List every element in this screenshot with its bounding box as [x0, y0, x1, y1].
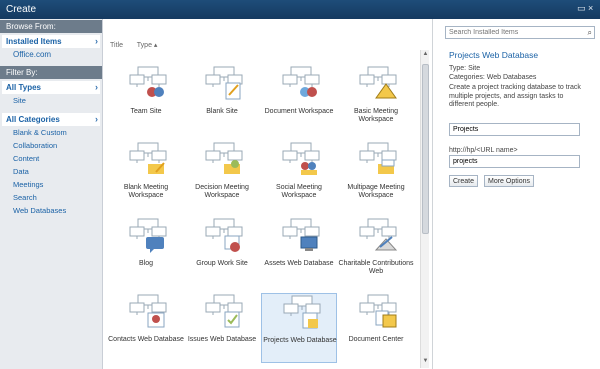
maximize-icon[interactable]: ▭	[577, 3, 586, 14]
template-label: Blog	[138, 260, 153, 267]
gallery-scrollbar[interactable]: ▲ ▼	[420, 50, 429, 368]
template-label: Multipage Meeting Workspace	[347, 184, 405, 199]
filter-all-types[interactable]: All Types ›	[2, 81, 100, 94]
team-site-icon	[128, 65, 168, 101]
template-label: Charitable Contributions Web	[338, 260, 414, 275]
decision-meeting-icon	[204, 141, 244, 177]
template-label: Assets Web Database	[264, 260, 334, 267]
template-label: Group Work Site	[196, 260, 248, 267]
projects-db-icon	[282, 294, 322, 330]
category-link-blank-custom[interactable]: Blank & Custom	[0, 126, 102, 139]
template-tile[interactable]: Charitable Contributions Web	[338, 217, 414, 287]
browse-installed-items[interactable]: Installed Items ›	[2, 35, 100, 48]
sort-type[interactable]: Type ▴	[137, 42, 158, 49]
detail-description: Create a project tracking database to tr…	[449, 84, 581, 108]
template-tile[interactable]: Projects Web Database	[261, 293, 337, 363]
template-gallery: Title Type ▴ Team Site Blank Site Document…	[104, 19, 431, 369]
template-tile[interactable]: Group Work Site	[184, 217, 260, 287]
template-tile[interactable]: Multipage Meeting Workspace	[338, 141, 414, 211]
blank-meeting-icon	[128, 141, 168, 177]
search-icon[interactable]: ⌕	[588, 28, 592, 38]
template-tile[interactable]: Blank Site	[184, 65, 260, 135]
scroll-up-icon[interactable]: ▲	[421, 51, 430, 57]
template-label: Blank Meeting Workspace	[123, 184, 169, 199]
template-label: Issues Web Database	[187, 336, 257, 343]
detail-type: Type: Site	[449, 65, 481, 72]
assets-db-icon	[281, 217, 321, 253]
detail-title: Projects Web Database	[449, 50, 539, 60]
template-tile[interactable]: Document Center	[338, 293, 414, 363]
detail-categories: Categories: Web Databases	[449, 73, 537, 81]
category-link-content[interactable]: Content	[0, 152, 102, 165]
scroll-thumb[interactable]	[422, 64, 429, 234]
title-bar: Create ▭ ×	[0, 0, 600, 19]
scroll-down-icon[interactable]: ▼	[421, 358, 430, 364]
template-tile[interactable]: Decision Meeting Workspace	[184, 141, 260, 211]
template-label: Basic Meeting Workspace	[354, 108, 398, 123]
category-link-collaboration[interactable]: Collaboration	[0, 139, 102, 152]
type-link-site[interactable]: Site	[0, 94, 102, 107]
issues-db-icon	[204, 293, 244, 329]
category-link-web-databases[interactable]: Web Databases	[0, 204, 102, 217]
category-link-data[interactable]: Data	[0, 165, 102, 178]
sort-title[interactable]: Title	[110, 42, 123, 49]
template-label: Blank Site	[206, 108, 238, 115]
search-box[interactable]: ⌕	[445, 26, 595, 39]
browse-link-office[interactable]: Office.com	[0, 48, 102, 61]
all-categories-label: All Categories	[6, 115, 60, 124]
template-tile[interactable]: Team Site	[108, 65, 184, 135]
blank-site-icon	[204, 65, 244, 101]
search-input[interactable]	[446, 27, 576, 38]
sort-bar: Title Type ▴	[110, 41, 169, 49]
template-label: Projects Web Database	[263, 337, 337, 344]
all-types-label: All Types	[6, 83, 41, 92]
template-label: Social Meeting Workspace	[276, 184, 322, 199]
document-workspace-icon	[281, 65, 321, 101]
template-tile[interactable]: Basic Meeting Workspace	[338, 65, 414, 135]
template-label: Decision Meeting Workspace	[195, 184, 249, 199]
template-tile[interactable]: Blank Meeting Workspace	[108, 141, 184, 211]
template-label: Team Site	[130, 108, 162, 115]
social-meeting-icon	[281, 141, 321, 177]
detail-meta: Type: Site Categories: Web Databases	[449, 65, 536, 82]
installed-items-label: Installed Items	[6, 37, 62, 46]
template-label: Contacts Web Database	[108, 336, 184, 343]
multipage-meeting-icon	[358, 141, 398, 177]
template-tile[interactable]: Social Meeting Workspace	[261, 141, 337, 211]
filter-by-header: Filter By:	[0, 66, 102, 79]
chevron-right-icon: ›	[95, 82, 98, 92]
category-link-meetings[interactable]: Meetings	[0, 178, 102, 191]
contacts-db-icon	[128, 293, 168, 329]
more-options-button[interactable]: More Options	[484, 175, 535, 187]
template-tile[interactable]: Blog	[108, 217, 184, 287]
document-center-icon	[358, 293, 398, 329]
category-link-search[interactable]: Search	[0, 191, 102, 204]
group-work-icon	[204, 217, 244, 253]
create-button[interactable]: Create	[449, 175, 479, 187]
template-tile[interactable]: Assets Web Database	[261, 217, 337, 287]
charitable-icon	[358, 217, 398, 253]
chevron-right-icon: ›	[95, 114, 98, 124]
browse-from-header: Browse From:	[0, 20, 102, 33]
template-tile[interactable]: Contacts Web Database	[108, 293, 184, 363]
close-icon[interactable]: ×	[588, 3, 593, 13]
window-title: Create	[6, 4, 37, 15]
url-field[interactable]	[449, 155, 580, 168]
blog-icon	[128, 217, 168, 253]
left-navigation: Browse From: Installed Items › Office.co…	[0, 19, 103, 369]
template-label: Document Workspace	[264, 108, 334, 115]
basic-meeting-icon	[358, 65, 398, 101]
name-field[interactable]	[449, 123, 580, 136]
template-tile[interactable]: Issues Web Database	[184, 293, 260, 363]
detail-pane: ⌕ Projects Web Database Type: Site Categ…	[432, 19, 600, 369]
chevron-right-icon: ›	[95, 36, 98, 46]
template-tile[interactable]: Document Workspace	[261, 65, 337, 135]
filter-all-categories[interactable]: All Categories ›	[2, 113, 100, 126]
template-label: Document Center	[348, 336, 404, 343]
url-label: http://hp/<URL name>	[449, 147, 518, 154]
